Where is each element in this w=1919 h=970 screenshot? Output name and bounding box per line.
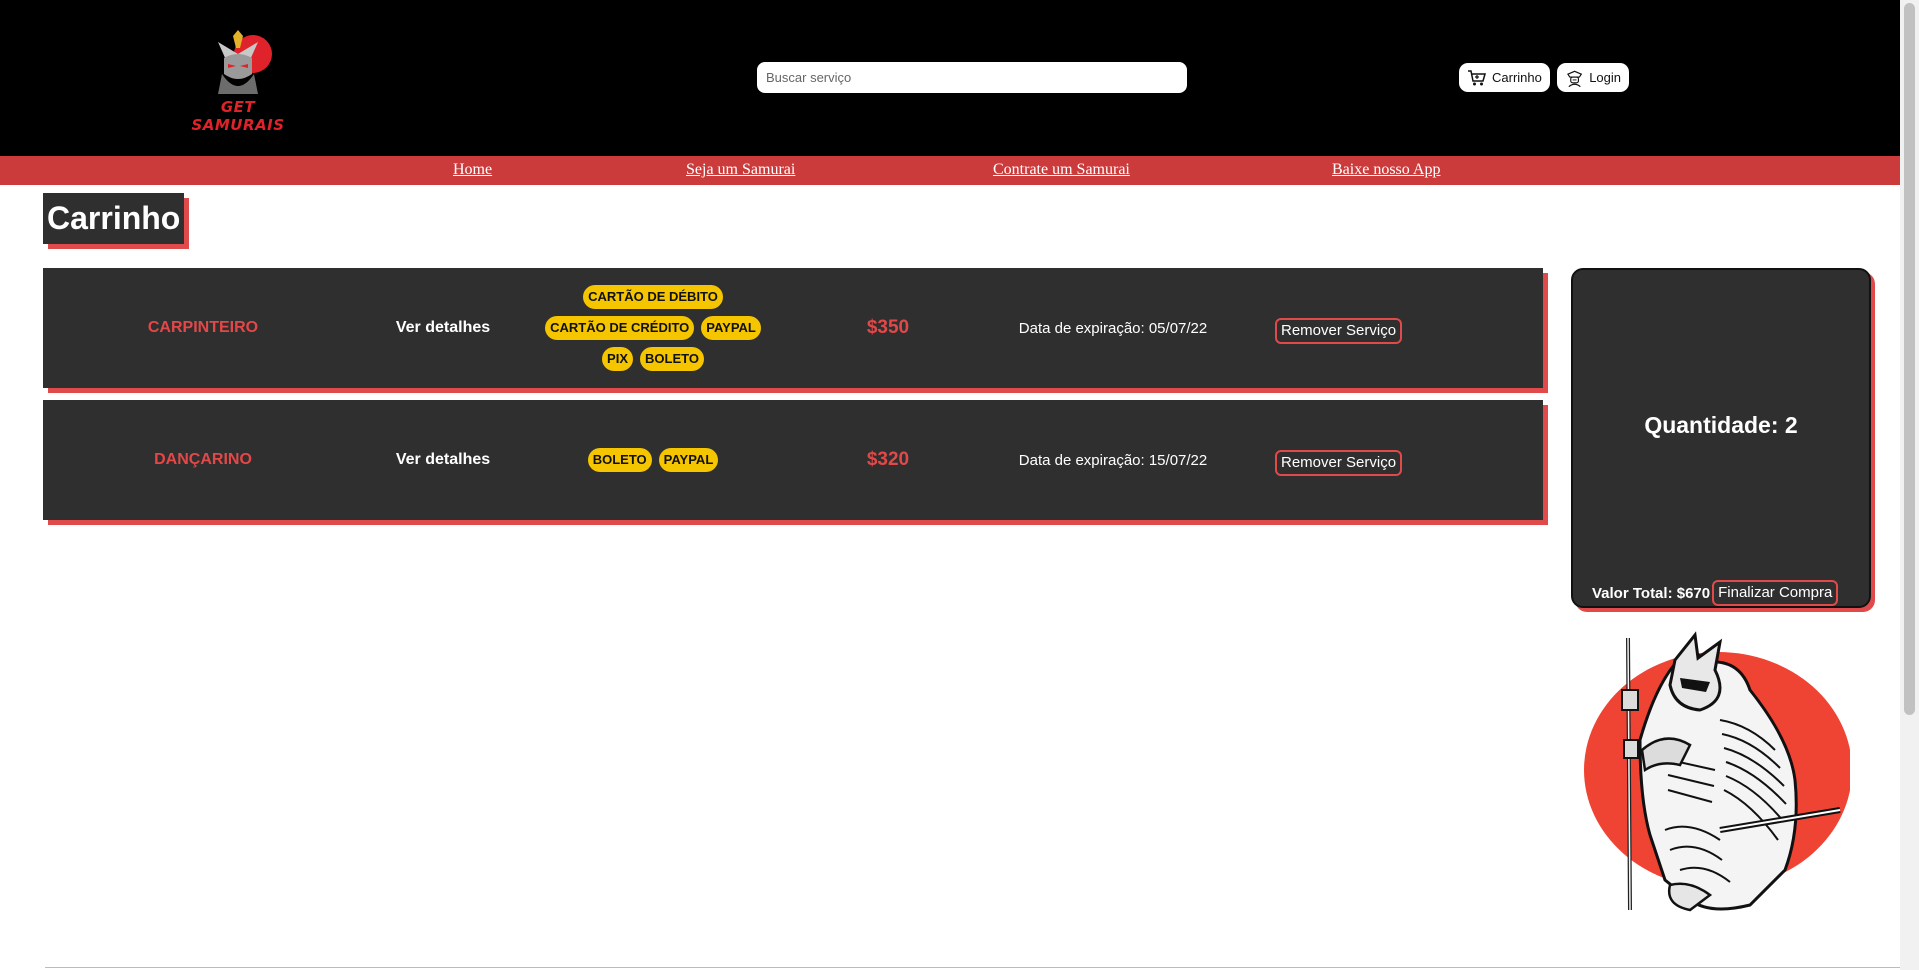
site-header: GET SAMURAIS Carrinho Login xyxy=(0,0,1900,156)
cart-label: Carrinho xyxy=(1492,70,1542,85)
service-name: CARPINTEIRO xyxy=(147,319,259,336)
payment-badge: BOLETO xyxy=(587,448,652,472)
nav-seja-samurai[interactable]: Seja um Samurai xyxy=(686,161,795,179)
payment-badge: CARTÃO DE DÉBITO xyxy=(583,285,723,309)
cart-item: DANÇARINO Ver detalhes BOLETO PAYPAL $32… xyxy=(43,400,1543,520)
payment-badge: PIX xyxy=(602,347,634,371)
payment-methods: CARTÃO DE DÉBITO CARTÃO DE CRÉDITO PAYPA… xyxy=(523,268,783,388)
scrollbar-thumb[interactable] xyxy=(1904,3,1915,715)
samurai-logo-icon xyxy=(218,30,272,94)
samurai-avatar-icon xyxy=(1567,70,1583,87)
remove-service-button[interactable]: Remover Serviço xyxy=(1275,450,1403,476)
login-label: Login xyxy=(1589,70,1621,85)
total-line: Valor Total: $670 Finalizar Compra xyxy=(1592,580,1839,606)
nav-baixe-app[interactable]: Baixe nosso App xyxy=(1332,161,1440,179)
payment-badge: CARTÃO DE CRÉDITO xyxy=(545,316,695,340)
quantity-label: Quantidade: 2 xyxy=(1644,412,1798,438)
details-link[interactable]: Ver detalhes xyxy=(363,268,523,388)
remove-service-button[interactable]: Remover Serviço xyxy=(1275,318,1403,344)
page-title: Carrinho xyxy=(43,193,185,244)
payment-methods: BOLETO PAYPAL xyxy=(523,400,783,520)
search-input[interactable] xyxy=(757,62,1187,93)
cart-item: CARPINTEIRO Ver detalhes CARTÃO DE DÉBIT… xyxy=(43,268,1543,388)
service-name: DANÇARINO xyxy=(154,451,252,468)
payment-badge: BOLETO xyxy=(640,347,704,371)
nav-contrate-samurai[interactable]: Contrate um Samurai xyxy=(993,161,1130,179)
vertical-scrollbar[interactable] xyxy=(1900,0,1919,970)
service-price: $320 xyxy=(866,449,910,470)
logo[interactable]: GET SAMURAIS xyxy=(178,28,298,134)
total-value: Valor Total: $670 xyxy=(1592,584,1711,602)
expiry-date: Data de expiração: 05/07/22 xyxy=(1018,319,1208,337)
expiry-date: Data de expiração: 15/07/22 xyxy=(1018,451,1208,469)
divider xyxy=(45,967,1900,968)
cart-summary: Quantidade: 2 Valor Total: $670 Finaliza… xyxy=(1571,268,1871,608)
logo-text: GET SAMURAIS xyxy=(191,98,285,134)
finish-purchase-button[interactable]: Finalizar Compra xyxy=(1712,580,1839,606)
nav-home[interactable]: Home xyxy=(453,161,492,179)
cart-icon xyxy=(1468,69,1486,85)
cart-button[interactable]: Carrinho xyxy=(1459,63,1550,92)
details-link[interactable]: Ver detalhes xyxy=(363,400,523,520)
samurai-illustration xyxy=(1584,631,1850,912)
service-price: $350 xyxy=(866,317,910,338)
main-nav: Home Seja um Samurai Contrate um Samurai… xyxy=(0,156,1900,185)
login-button[interactable]: Login xyxy=(1557,63,1629,92)
payment-badge: PAYPAL xyxy=(701,316,761,340)
payment-badge: PAYPAL xyxy=(658,448,719,472)
